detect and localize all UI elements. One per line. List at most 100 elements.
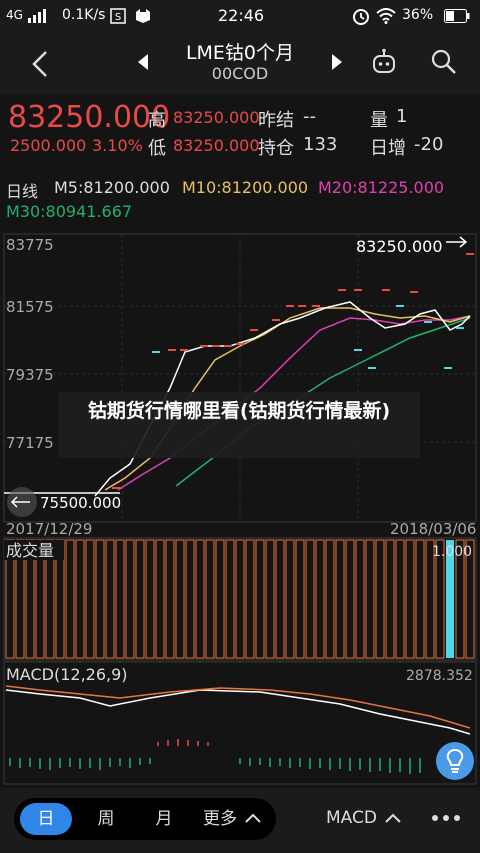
search-icon[interactable]	[430, 48, 458, 76]
volume-bar-up	[335, 539, 345, 659]
last-price: 83250.000	[8, 100, 171, 135]
tab-month[interactable]: 月	[138, 798, 190, 840]
tab-day[interactable]: 日	[20, 798, 72, 840]
network-speed: 0.1K/s	[62, 7, 106, 23]
volume-bar-up	[185, 539, 195, 659]
prev-close-value: --	[303, 106, 316, 127]
price-change: 2500.000	[10, 136, 87, 155]
volume-label: 量	[370, 110, 388, 131]
volume-panel-frame	[3, 537, 477, 661]
macd-dea-line	[5, 685, 471, 729]
quote-panel: 83250.000 2500.000 3.10% 高 83250.000 低 8…	[0, 94, 480, 170]
contract-title: LME钴0个月	[185, 42, 295, 64]
prev-contract-icon[interactable]	[136, 53, 150, 71]
daily-increase-value: -20	[414, 134, 444, 155]
next-contract-icon[interactable]	[330, 53, 344, 71]
volume-bar-up	[385, 539, 395, 659]
price-axis-label: 79375	[6, 366, 54, 384]
ma20-value: M20:81225.000	[318, 178, 445, 197]
volume-bar-up	[315, 539, 325, 659]
ma10-value: M10:81200.000	[182, 178, 309, 197]
volume-bar-up	[205, 539, 215, 659]
price-axis-label: 83775	[6, 236, 54, 254]
volume-bar-up	[85, 539, 95, 659]
open-interest-label: 持仓	[258, 138, 294, 159]
wifi-icon	[376, 8, 396, 24]
chevron-up-icon[interactable]	[244, 812, 262, 824]
tab-more[interactable]: 更多	[200, 798, 240, 840]
lightbulb-icon	[446, 748, 464, 773]
robot-assistant-icon[interactable]	[370, 48, 398, 76]
macd-dif-line	[5, 689, 471, 735]
ma30-value: M30:80941.667	[6, 202, 133, 221]
volume-bar-up	[305, 539, 315, 659]
tips-button[interactable]	[436, 742, 474, 780]
battery-percent: 36%	[402, 7, 434, 23]
sim-icon: S	[110, 8, 126, 24]
volume-bar-up	[375, 539, 385, 659]
volume-bar-up	[75, 539, 85, 659]
alarm-icon	[353, 9, 369, 25]
volume-bar-up	[285, 539, 295, 659]
app-notification-icon	[136, 9, 150, 23]
volume-bar-up	[95, 539, 105, 659]
battery-icon	[444, 9, 470, 23]
price-change-pct: 3.10%	[92, 136, 143, 155]
volume-bar-up	[175, 539, 185, 659]
volume-bar-up	[215, 539, 225, 659]
indicator-selector[interactable]: MACD	[326, 808, 377, 828]
volume-title: 成交量	[6, 541, 54, 560]
volume-bar-up	[355, 539, 365, 659]
overlay-caption: 钴期货行情哪里看(钴期货行情最新)	[58, 392, 420, 458]
indicator-chevron-up-icon[interactable]	[384, 812, 402, 824]
volume-bar-up	[405, 539, 415, 659]
network-type: 4G	[6, 8, 23, 22]
volume-bar-up	[65, 539, 75, 659]
prev-close-label: 昨结	[258, 110, 294, 131]
macd-max: 2878.352	[406, 668, 473, 684]
volume-bar-up	[295, 539, 305, 659]
low-value: 83250.000	[173, 136, 260, 155]
date-start: 2017/12/29	[6, 520, 92, 538]
volume-bar-up	[395, 539, 405, 659]
volume-bar-up	[415, 539, 425, 659]
top-nav: LME钴0个月 00COD	[0, 32, 480, 94]
date-end: 2018/03/06	[390, 520, 476, 538]
low-label: 低	[148, 138, 166, 159]
volume-max: 1.000	[432, 544, 472, 560]
tab-week[interactable]: 周	[80, 798, 132, 840]
high-label: 高	[148, 110, 166, 131]
volume-bar-up	[155, 539, 165, 659]
daily-increase-label: 日增	[370, 138, 406, 159]
last-price-arrow-icon	[446, 236, 468, 248]
volume-bar-up	[135, 539, 145, 659]
status-bar: 4G 0.1K/s S 22:46 36%	[0, 0, 480, 32]
more-options-icon[interactable]	[430, 812, 462, 824]
volume-bar-up	[115, 539, 125, 659]
clock: 22:46	[218, 6, 265, 25]
back-icon[interactable]	[30, 50, 50, 78]
open-interest-value: 133	[303, 134, 338, 155]
contract-code: 00COD	[211, 64, 269, 83]
macd-histogram	[9, 739, 421, 774]
volume-bar-up	[235, 539, 245, 659]
volume-bars	[5, 539, 475, 659]
ma5-value: M5:81200.000	[54, 178, 170, 197]
volume-bar-up	[105, 539, 115, 659]
last-price-tag: 83250.000	[356, 237, 443, 256]
price-grid	[4, 234, 476, 522]
period-switcher: 日 周 月 更多	[14, 798, 276, 840]
volume-bar-up	[345, 539, 355, 659]
volume-bar-up	[195, 539, 205, 659]
macd-title: MACD(12,26,9)	[6, 665, 128, 684]
low-price-tag: 75500.000	[40, 494, 121, 512]
price-axis-label: 77175	[6, 434, 54, 452]
kline-chart[interactable]: 83775 81575 79375 77175 83250.000 75500.…	[0, 228, 480, 788]
volume-value: 1	[396, 106, 408, 127]
volume-bar-up	[325, 539, 335, 659]
volume-bar-up	[165, 539, 175, 659]
ma-legend: 日线 M5:81200.000 M10:81200.000 M20:81225.…	[0, 172, 480, 228]
volume-bar-up	[225, 539, 235, 659]
volume-bar-up	[265, 539, 275, 659]
signal-icon	[28, 9, 46, 23]
